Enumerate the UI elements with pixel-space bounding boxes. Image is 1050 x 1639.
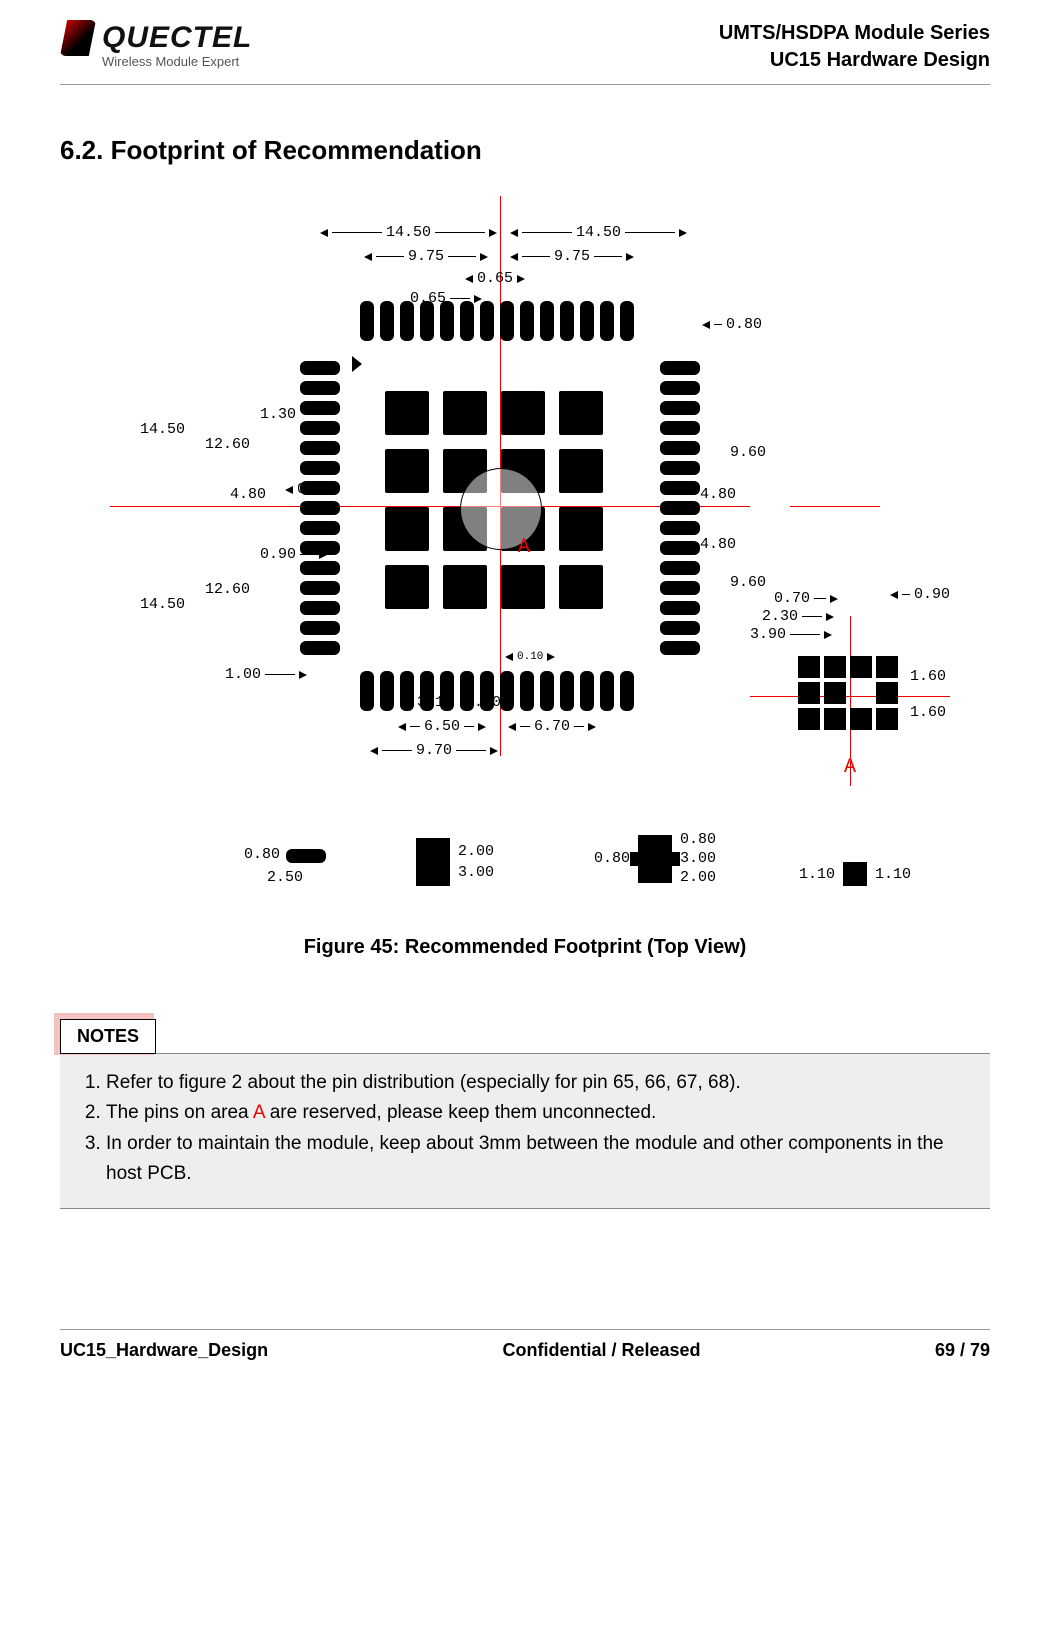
note-item-1: Refer to figure 2 about the pin distribu… bbox=[106, 1068, 972, 1098]
area-a-label-detail: A bbox=[844, 756, 856, 779]
pad-detail-2: 2.00 3.00 bbox=[380, 838, 530, 886]
dim-extA-3-90: 3.90 bbox=[750, 626, 832, 643]
note-item-3: In order to maintain the module, keep ab… bbox=[106, 1129, 972, 1190]
dim-bot-9-70: 9.70 bbox=[370, 742, 498, 759]
header-line1: UMTS/HSDPA Module Series bbox=[719, 20, 990, 47]
header-line2: UC15 Hardware Design bbox=[719, 47, 990, 74]
section-number: 6.2. bbox=[60, 135, 103, 165]
quectel-logo-icon bbox=[60, 20, 96, 56]
dim-left-1-00: 1.00 bbox=[225, 666, 307, 683]
note-item-2: The pins on area A are reserved, please … bbox=[106, 1098, 972, 1128]
dim-left-12-60-a: 12.60 bbox=[205, 436, 250, 453]
section-heading: 6.2. Footprint of Recommendation bbox=[60, 135, 990, 166]
dim-top-14-50-left: 14.50 bbox=[320, 224, 497, 241]
dim-bot-3-50: 3.50 bbox=[465, 694, 513, 711]
page: QUECTEL Wireless Module Expert UMTS/HSDP… bbox=[0, 0, 1050, 1401]
dim-left-14-50-b: 14.50 bbox=[140, 596, 185, 613]
dim-bot-0-10: 0.10 bbox=[505, 651, 555, 663]
footer-left: UC15_Hardware_Design bbox=[60, 1340, 268, 1361]
header-right: UMTS/HSDPA Module Series UC15 Hardware D… bbox=[719, 20, 990, 74]
pin1-marker-icon bbox=[352, 356, 362, 372]
area-a-detail: 0.70 2.30 3.90 0.90 1.60 1.60 A bbox=[770, 626, 930, 786]
dim-top-14-50-right: 14.50 bbox=[510, 224, 687, 241]
figure: A 14.50 14.50 9.75 9.75 bbox=[110, 196, 940, 959]
pad-row-top bbox=[360, 301, 634, 341]
dim-right-4-80-b: 4.80 bbox=[700, 536, 736, 553]
pad-col-right bbox=[660, 361, 700, 655]
dim-extA-1-60-b: 1.60 bbox=[910, 704, 946, 721]
dim-top-0-65-a: 0.65 bbox=[465, 270, 525, 287]
notes-block: NOTES Refer to figure 2 about the pin di… bbox=[60, 1019, 990, 1209]
dim-right-0-80: 0.80 bbox=[702, 316, 762, 333]
footprint-drawing: A 14.50 14.50 9.75 9.75 bbox=[110, 196, 940, 896]
dim-bot-3-10: 3.10 bbox=[405, 694, 453, 711]
dim-bot-6-70: 6.70 bbox=[508, 718, 596, 735]
logo-block: QUECTEL Wireless Module Expert bbox=[60, 20, 252, 69]
dim-left-0-90: 0.90 bbox=[260, 546, 327, 563]
logo-tagline: Wireless Module Expert bbox=[102, 54, 252, 69]
page-header: QUECTEL Wireless Module Expert UMTS/HSDP… bbox=[60, 20, 990, 85]
dim-left-14-50-a: 14.50 bbox=[140, 421, 185, 438]
pad-detail-row: 0.80 2.50 2.00 3.00 bbox=[220, 786, 930, 886]
dim-bot-6-50: 6.50 bbox=[398, 718, 486, 735]
area-a-label-center: A bbox=[518, 536, 530, 559]
notes-label: NOTES bbox=[60, 1019, 156, 1054]
dim-left-0-40: 0.40 bbox=[285, 481, 333, 498]
pad-detail-3: 0.80 0.80 3.00 2.00 bbox=[560, 831, 750, 886]
dim-top-9-75-right: 9.75 bbox=[510, 248, 634, 265]
section-title: Footprint of Recommendation bbox=[111, 135, 482, 165]
dim-extA-2-30: 2.30 bbox=[762, 608, 834, 625]
dim-extA-0-70: 0.70 bbox=[774, 590, 838, 607]
dim-top-9-75-left: 9.75 bbox=[364, 248, 488, 265]
pad-detail-4: 1.10 1.10 bbox=[780, 862, 930, 886]
centerline-horizontal-ext bbox=[790, 506, 880, 507]
pad-col-left bbox=[300, 361, 340, 655]
notes-body: Refer to figure 2 about the pin distribu… bbox=[60, 1054, 990, 1209]
logo-text: QUECTEL bbox=[102, 21, 252, 55]
dim-right-4-80-a: 4.80 bbox=[700, 486, 736, 503]
dim-left-12-60-b: 12.60 bbox=[205, 581, 250, 598]
footer-right: 69 / 79 bbox=[935, 1340, 990, 1361]
dim-right-9-60-a: 9.60 bbox=[730, 444, 766, 461]
footer-center: Confidential / Released bbox=[503, 1340, 701, 1361]
dim-left-1-30: 1.30 bbox=[260, 406, 296, 423]
dim-extA-1-60-a: 1.60 bbox=[910, 668, 946, 685]
pad-detail-1: 0.80 2.50 bbox=[220, 846, 350, 886]
dim-extA-0-90: 0.90 bbox=[890, 586, 950, 603]
dim-top-0-65-b: 0.65 bbox=[410, 290, 482, 307]
dim-right-9-60-b: 9.60 bbox=[730, 574, 766, 591]
figure-caption: Figure 45: Recommended Footprint (Top Vi… bbox=[110, 936, 940, 959]
dim-left-4-80: 4.80 bbox=[230, 486, 266, 503]
page-footer: UC15_Hardware_Design Confidential / Rele… bbox=[60, 1329, 990, 1361]
